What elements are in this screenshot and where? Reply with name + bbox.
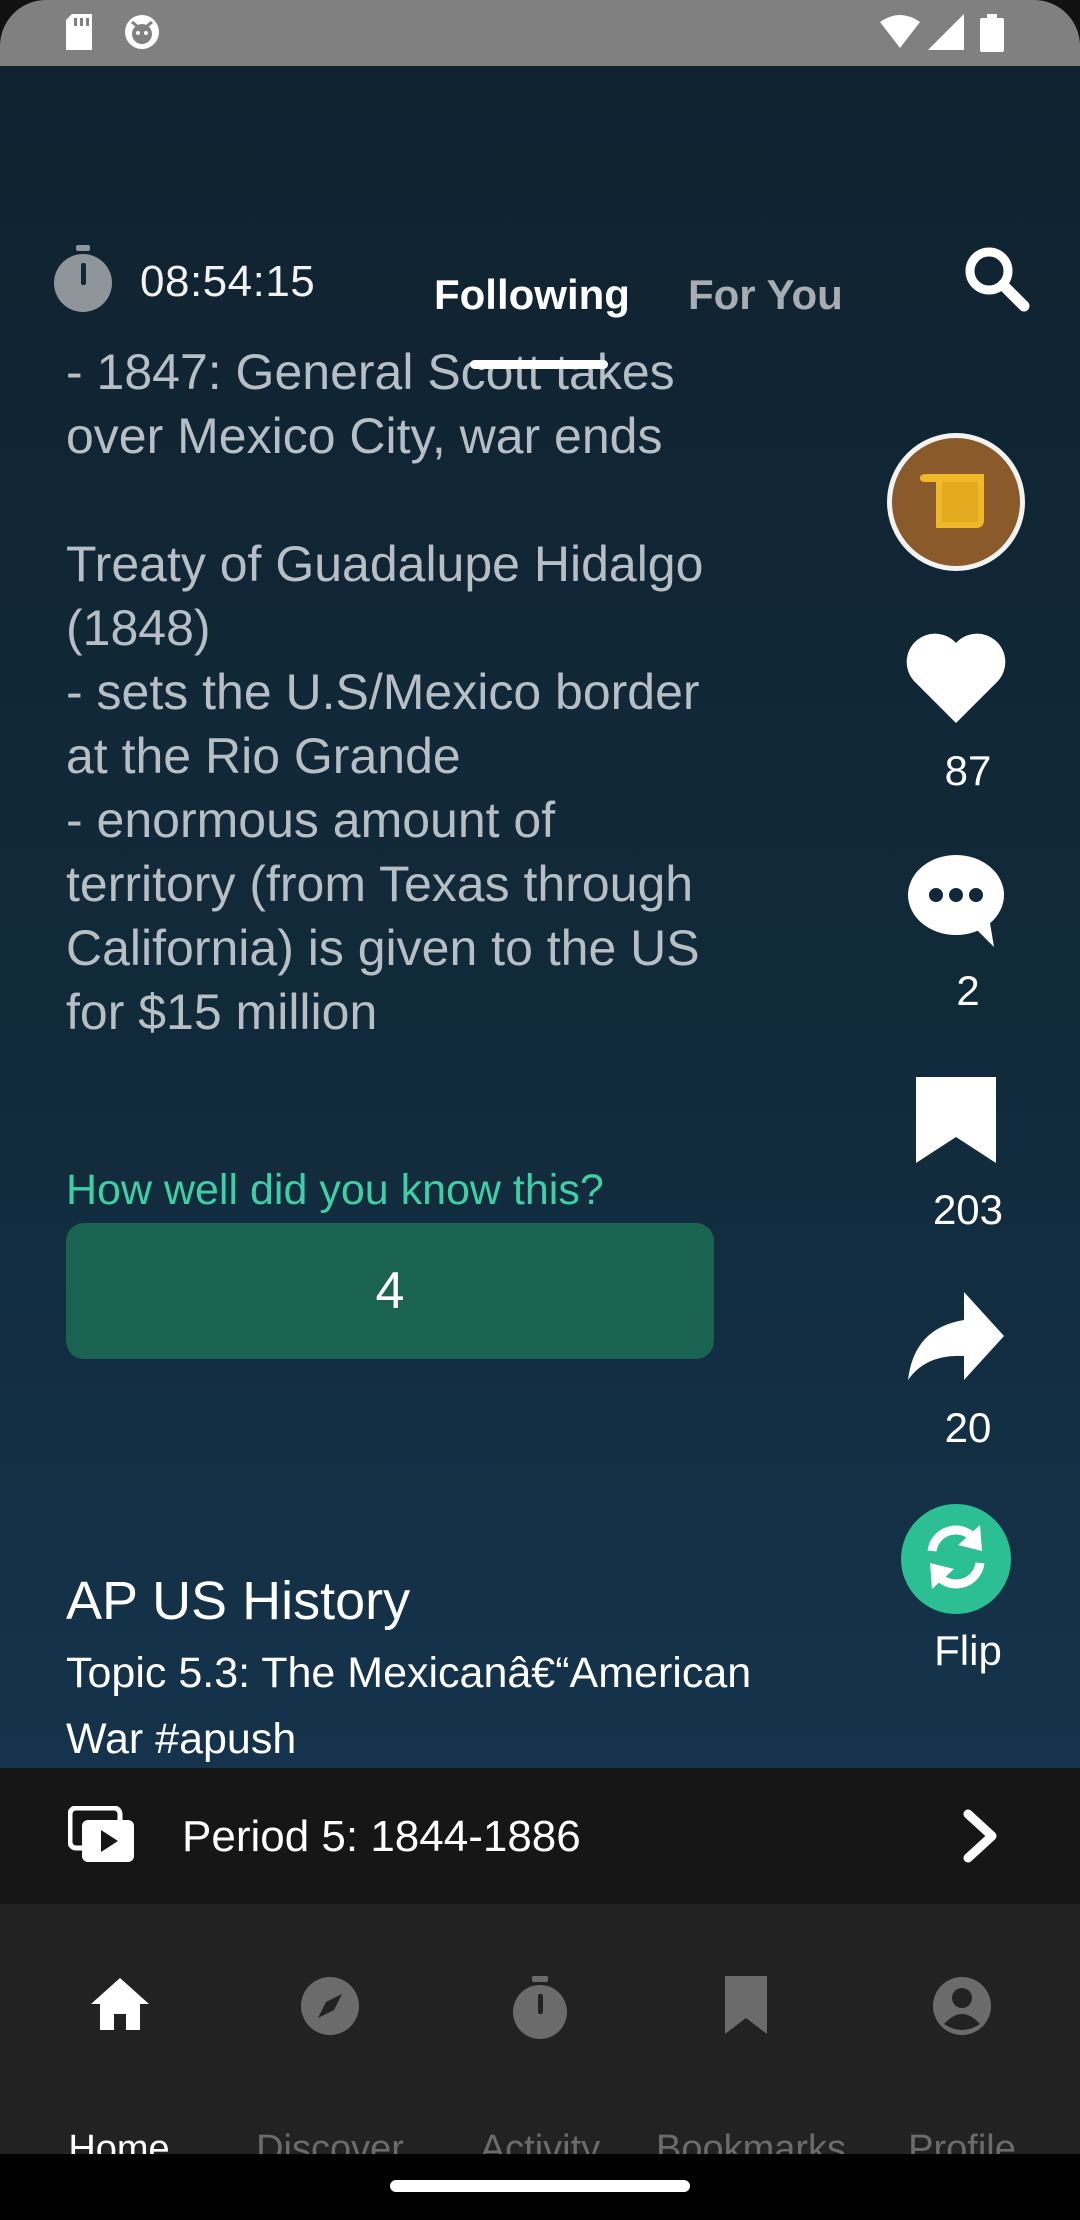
playlist-bar[interactable]: Period 5: 1844-1886 [0,1768,1080,1904]
card-topic: Topic 5.3: The Mexicanâ€“American War #a… [66,1649,752,1763]
stopwatch-icon [510,1976,570,2045]
refresh-icon [920,1521,992,1598]
nav-activity[interactable]: Activity [432,1904,648,2170]
nav-discover[interactable]: Discover [222,1904,438,2170]
app-screen: 08:54:15 Following For You - 1847: Gener… [0,0,1080,2220]
creator-avatar[interactable] [887,433,1025,571]
share-count: 20 [944,1404,992,1451]
bookmark-count: 203 [932,1186,1004,1233]
like-count: 87 [944,747,992,794]
battery-icon [980,14,1004,57]
search-icon[interactable] [962,244,1032,319]
gesture-navigation-bar [0,2154,1080,2220]
deck-title[interactable]: AP US History [66,1570,410,1632]
study-timer[interactable]: 08:54:15 [52,245,315,318]
playlist-play-icon [67,1805,136,1869]
nav-bookmarks[interactable]: Bookmarks [643,1904,859,2170]
timer-value: 08:54:15 [140,256,316,306]
flip-label: Flip [934,1627,1002,1674]
account-icon [932,1976,992,2041]
tab-for-you[interactable]: For You [688,271,843,319]
comment-icon[interactable] [906,853,1006,954]
heart-icon[interactable] [904,631,1008,730]
card-body-text: - 1847: General Scott takes over Mexico … [66,344,704,1040]
nav-home[interactable]: Home [11,1904,227,2170]
scroll-icon [918,470,994,535]
status-bar [0,0,1080,66]
comment-count: 2 [956,967,980,1014]
recall-question: How well did you know this? [66,1166,604,1214]
active-tab-indicator [470,360,608,369]
recall-rating-button[interactable]: 4 [66,1223,714,1359]
stopwatch-icon [52,245,114,318]
bookmark-icon[interactable] [916,1077,996,1168]
nav-profile[interactable]: Profile [854,1904,1070,2170]
bookmark-icon [721,1976,771,2039]
bottom-navigation: Home Discover Activity Bookmarks Profile [0,1904,1080,2170]
home-icon [89,1976,151,2037]
signal-icon [928,14,964,55]
android-debug-icon [124,14,160,55]
chevron-right-icon[interactable] [960,1808,1000,1869]
share-icon[interactable] [908,1292,1004,1387]
playlist-label: Period 5: 1844-1886 [182,1812,581,1861]
wifi-icon [880,14,920,55]
compass-icon [300,1976,360,2041]
flip-button[interactable] [901,1504,1011,1614]
sd-card-icon [64,14,94,55]
tab-following[interactable]: Following [434,271,630,319]
home-gesture-handle[interactable] [390,2180,690,2192]
